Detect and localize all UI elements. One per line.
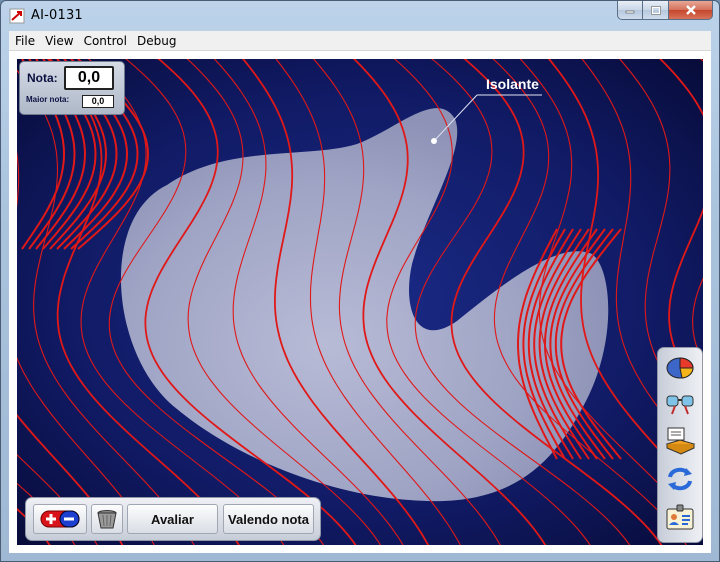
- info-button[interactable]: [664, 426, 696, 456]
- minimize-icon: [625, 10, 635, 14]
- menu-bar: File View Control Debug: [9, 31, 711, 51]
- menu-debug[interactable]: Debug: [133, 34, 180, 48]
- close-button[interactable]: [669, 1, 713, 20]
- client-area: Nota: 0,0 Maior nota: 0,0 Isolante Avali…: [9, 51, 711, 553]
- pie-chart-icon: [666, 357, 694, 379]
- view-button[interactable]: [664, 388, 696, 418]
- app-icon: [9, 8, 25, 24]
- credits-button[interactable]: [664, 502, 696, 532]
- simulation-stage: Nota: 0,0 Maior nota: 0,0 Isolante Avali…: [17, 59, 703, 545]
- trash-button[interactable]: [91, 504, 123, 534]
- id-card-icon: [666, 504, 694, 530]
- info-book-icon: [665, 427, 696, 455]
- isolante-marker[interactable]: [431, 138, 437, 144]
- score-panel: Nota: 0,0 Maior nota: 0,0: [19, 61, 125, 115]
- menu-file[interactable]: File: [11, 34, 39, 48]
- glasses-icon: [666, 395, 694, 415]
- valendo-nota-button[interactable]: Valendo nota: [223, 504, 314, 534]
- side-toolbar: [657, 347, 703, 543]
- nota-value: 0,0: [64, 66, 114, 90]
- maior-nota-value: 0,0: [82, 95, 114, 108]
- minimize-button[interactable]: [617, 1, 643, 20]
- menu-view[interactable]: View: [41, 34, 77, 48]
- bottom-toolbar: Avaliar Valendo nota: [25, 497, 321, 541]
- stats-button[interactable]: [664, 352, 696, 382]
- maximize-button[interactable]: [643, 1, 669, 20]
- avaliar-button[interactable]: Avaliar: [127, 504, 218, 534]
- maximize-icon: [650, 5, 661, 15]
- window-title: AI-0131: [31, 8, 83, 23]
- simulation-canvas: [17, 59, 703, 545]
- title-bar[interactable]: AI-0131: [1, 1, 719, 31]
- nota-label: Nota:: [27, 71, 58, 85]
- reset-arrows-icon: [668, 467, 692, 491]
- charges-icon: [40, 510, 80, 528]
- maior-nota-label: Maior nota:: [26, 95, 70, 104]
- menu-control[interactable]: Control: [80, 34, 131, 48]
- charges-button[interactable]: [33, 504, 87, 534]
- reset-button[interactable]: [664, 464, 696, 494]
- trash-bucket-icon: [97, 510, 117, 529]
- app-window: AI-0131 File View Control Debug Nota: 0,…: [0, 0, 720, 562]
- close-icon: [685, 5, 696, 15]
- isolante-label: Isolante: [486, 76, 539, 92]
